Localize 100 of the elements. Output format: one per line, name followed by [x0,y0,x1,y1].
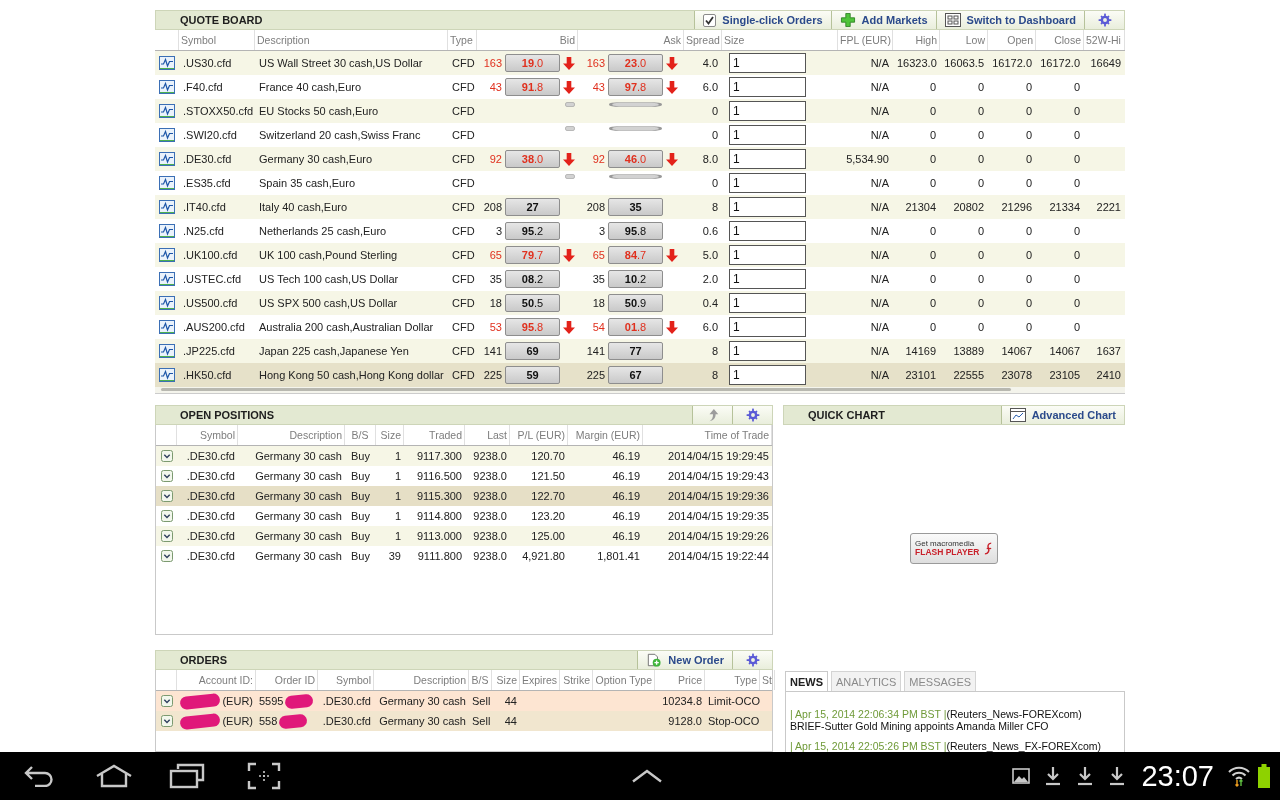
dropdown-icon[interactable] [160,715,173,727]
new-order-button[interactable]: New Order [637,651,732,669]
settings-button[interactable] [732,406,772,424]
position-row[interactable]: .DE30.cfd Germany 30 cash Buy 1 9113.000 9238.0 125.00 46.19 2014/04/15 19:29:26 [156,526,772,546]
quote-row[interactable]: .DE30.cfd Germany 30 cash,Euro CFD 92 38.0 92 46.0 8.0 1 5,534.90 0 0 0 0 [155,147,1125,171]
size-input[interactable]: 1 [729,341,806,361]
dropdown-icon[interactable] [160,470,173,482]
dropdown-icon[interactable] [160,530,173,542]
quote-cell-text: 5,534.90 [845,153,890,165]
chart-icon[interactable] [159,296,175,310]
down-arrow-icon [666,248,678,262]
chart-icon[interactable] [159,272,175,286]
position-row[interactable]: .DE30.cfd Germany 30 cash Buy 1 9115.300 9238.0 122.70 46.19 2014/04/15 19:29:36 [156,486,772,506]
news-headline[interactable]: BRIEF-Sutter Gold Mining appoints Amanda Miller CFO [790,720,1049,732]
column-header: Ask [578,30,684,50]
settings-button[interactable] [732,651,772,669]
column-header: Description [238,425,345,445]
chart-icon[interactable] [159,200,175,214]
quote-row[interactable]: .JP225.cfd Japan 225 cash,Japanese Yen CFD 141 69 141 77 8 1 N/A 14169 13889 14067 14067 1637 [155,339,1125,363]
size-input[interactable]: 1 [729,173,806,193]
quote-row[interactable]: .HK50.cfd Hong Kong 50 cash,Hong Kong dollar CFD 225 59 225 67 8 1 N/A 23101 22555 23078 23105 2410 [155,363,1125,387]
price-button[interactable]: 77 [608,342,663,360]
toolbar-button[interactable]: Add Markets [830,11,936,29]
order-row[interactable]: (EUR) 5595 .DE30.cfd Germany 30 cash Sell 44 10234.8 Limit-OCO [156,691,772,711]
size-input[interactable]: 1 [729,125,806,145]
chart-icon[interactable] [159,128,175,142]
size-input[interactable]: 1 [729,221,806,241]
chart-icon[interactable] [159,56,175,70]
chart-icon[interactable] [159,368,175,382]
size-input[interactable]: 1 [729,317,806,337]
size-input[interactable]: 1 [729,77,806,97]
news-tab[interactable]: NEWS [785,671,828,691]
quote-cell-text: N/A [869,273,890,285]
symbol-cell-text: .JP225.cfd [182,345,236,357]
quote-row[interactable]: .STOXX50.cfd EU Stocks 50 cash,Euro CFD 0 1 N/A 0 0 0 0 [155,99,1125,123]
quote-cell-text: 0 [976,105,985,117]
price-button[interactable]: 27 [505,198,560,216]
price-button[interactable]: 08.2 [505,270,560,288]
dropdown-icon[interactable] [160,510,173,522]
back-icon[interactable] [23,765,55,787]
size-input[interactable]: 1 [729,101,806,121]
price-button[interactable]: 35 [608,198,663,216]
quote-row[interactable]: .IT40.cfd Italy 40 cash,Euro CFD 208 27 208 35 8 1 N/A 21304 20802 21296 21334 2221 [155,195,1125,219]
column-header: Symbol [177,425,238,445]
collapse-button[interactable] [692,406,732,424]
price-button[interactable]: 95.8 [608,222,663,240]
chart-icon[interactable] [159,176,175,190]
dropdown-icon[interactable] [160,490,173,502]
description-cell-text: US Tech 100 cash,US Dollar [258,273,400,285]
price-button[interactable]: 69 [505,342,560,360]
size-input[interactable]: 1 [729,245,806,265]
dropdown-icon[interactable] [160,695,173,707]
size-input[interactable]: 1 [729,293,806,313]
price-button[interactable]: 95.2 [505,222,560,240]
advanced-chart-button[interactable]: Advanced Chart [1000,406,1124,424]
price-button[interactable]: 67 [608,366,663,384]
size-input[interactable]: 1 [729,149,806,169]
quote-row[interactable]: .US500.cfd US SPX 500 cash,US Dollar CFD 18 50.5 18 50.9 0.4 1 N/A 0 0 0 0 [155,291,1125,315]
scrollbar-thumb[interactable] [161,388,1011,391]
price-button[interactable]: 50.5 [505,294,560,312]
table-cell-text: 46.19 [611,530,641,542]
quote-cell-text: 0 [928,129,937,141]
chart-icon[interactable] [159,224,175,238]
flash-player-badge[interactable]: Get macromedia FLASH PLAYER [910,532,998,564]
screenshot-icon[interactable] [247,762,281,790]
quote-cell-text: 21334 [1048,201,1081,213]
toolbar-button[interactable]: Switch to Dashboard [935,11,1084,29]
order-row[interactable]: (EUR) 558 .DE30.cfd Germany 30 cash Sell 44 9128.0 Stop-OCO [156,711,772,731]
price-button[interactable]: 10.2 [608,270,663,288]
settings-icon [744,408,761,422]
position-row[interactable]: .DE30.cfd Germany 30 cash Buy 1 9117.300 9238.0 120.70 46.19 2014/04/15 19:29:45 [156,446,772,466]
toolbar-button[interactable]: Single-click Orders [694,11,831,29]
chart-icon[interactable] [159,320,175,334]
quote-row[interactable]: .UK100.cfd UK 100 cash,Pound Sterling CFD 65 79.7 65 84.7 5.0 1 N/A 0 0 0 0 [155,243,1125,267]
recent-apps-icon[interactable] [169,763,205,789]
quote-row[interactable]: .US30.cfd US Wall Street 30 cash,US Dollar CFD 163 19.0 163 23.0 4.0 1 N/A 16323.0 16063.5 16172.0 16172.0 16649 [155,51,1125,75]
caret-up-icon[interactable] [630,769,663,783]
spread-cell-text: 6.0 [701,81,719,93]
chart-icon[interactable] [159,104,175,118]
chart-icon[interactable] [159,248,175,262]
size-input[interactable]: 1 [729,365,806,385]
checked-checkbox-icon[interactable] [703,13,717,27]
size-input[interactable]: 1 [729,269,806,289]
symbol-cell-text: .USTEC.cfd [182,273,243,285]
price-button[interactable]: 59 [505,366,560,384]
chart-icon[interactable] [159,344,175,358]
dropdown-icon[interactable] [160,550,173,562]
price-button[interactable]: 50.9 [608,294,663,312]
chart-icon[interactable] [159,80,175,94]
settings-button[interactable] [1084,11,1124,29]
table-cell-text: Germany 30 cash [254,470,343,482]
dropdown-icon[interactable] [160,450,173,462]
description-cell-text: Netherlands 25 cash,Euro [258,225,388,237]
type-cell-text: CFD [451,273,476,285]
home-icon[interactable] [95,764,133,788]
down-arrow-icon [563,56,575,70]
size-input[interactable]: 1 [729,197,806,217]
quote-cell-text: 23101 [904,369,937,381]
size-input[interactable]: 1 [729,53,806,73]
chart-icon[interactable] [159,152,175,166]
